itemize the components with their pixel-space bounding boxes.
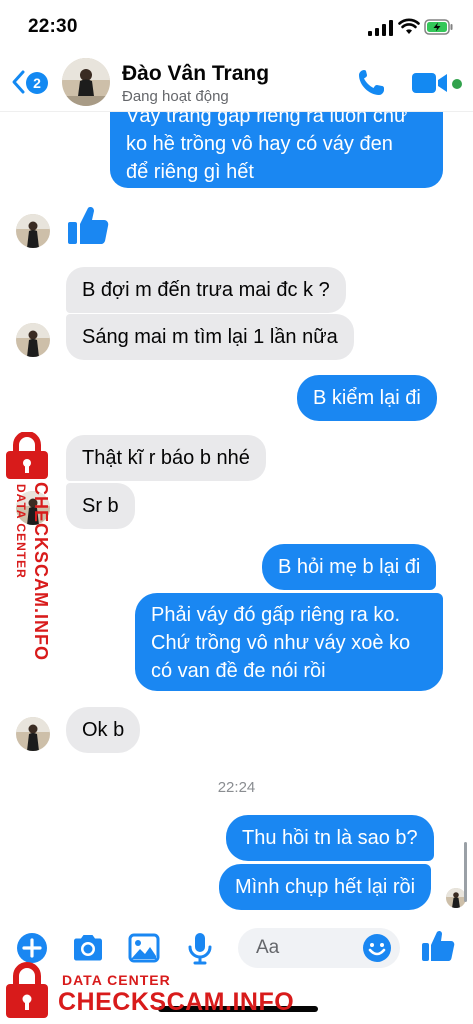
seen-receipt-avatar [446, 888, 466, 908]
status-time: 22:30 [28, 16, 78, 37]
message-outgoing[interactable]: Váy trắng gấp riêng ra luôn chứ ko hề tr… [110, 112, 443, 188]
message-incoming[interactable]: B đợi m đến trưa mai đc k ? [66, 267, 346, 313]
contact-active-status: Đang hoạt động [122, 88, 229, 105]
message-text: Sáng mai m tìm lại 1 lần nữa [82, 326, 338, 348]
contact-avatar-small[interactable] [16, 214, 50, 248]
contact-avatar-small[interactable] [16, 323, 50, 357]
message-list[interactable]: Váy trắng gấp riêng ra luôn chứ ko hề tr… [0, 112, 473, 922]
message-text: Mình chụp hết lại rồi [235, 876, 416, 898]
thumbs-up-icon[interactable] [420, 928, 456, 964]
watermark-label-small: DATA CENTER [62, 972, 171, 988]
message-line: Váy trắng gấp riêng ra luôn chứ [126, 112, 408, 127]
message-incoming[interactable]: Ok b [66, 707, 141, 753]
phone-icon[interactable] [356, 68, 390, 98]
emoji-icon[interactable] [362, 933, 392, 963]
message-timestamp: 22:24 [217, 779, 256, 796]
message-text: B hỏi mẹ b lại đi [278, 556, 421, 578]
lock-icon [6, 432, 48, 479]
message-outgoing[interactable]: Thu hồi tn là sao b? [226, 815, 434, 861]
conversation-header: 2 Đào Vân Trang Đang hoạt động [0, 52, 473, 112]
video-camera-icon[interactable] [410, 70, 450, 96]
message-line: ko hề trồng vô hay có váy đen [126, 133, 393, 155]
message-line: có van đề đe nói rồi [151, 660, 326, 682]
cellular-signal-icon [368, 20, 393, 36]
message-incoming[interactable]: Sáng mai m tìm lại 1 lần nữa [66, 314, 354, 360]
contact-avatar-small[interactable] [16, 717, 50, 751]
message-line: để riêng gì hết [126, 161, 254, 183]
watermark-label-large: CHECKSCAM.INFO [58, 988, 295, 1016]
message-text: Ok b [82, 719, 125, 741]
message-outgoing[interactable]: B hỏi mẹ b lại đi [262, 544, 437, 590]
message-text: B kiểm lại đi [313, 387, 421, 409]
message-line: Phải váy đó gấp riêng ra ko. [151, 604, 401, 626]
lock-icon [6, 962, 48, 1018]
message-text: Thật kĩ r báo b nhé [82, 447, 250, 469]
message-outgoing[interactable]: B kiểm lại đi [297, 375, 437, 421]
message-text: Sr b [82, 495, 119, 517]
thumbs-up-icon[interactable] [66, 204, 110, 248]
message-incoming[interactable]: Thật kĩ r báo b nhé [66, 435, 266, 481]
watermark-label-large: CHECKSCAM.INFO [31, 482, 51, 661]
scrollbar[interactable] [464, 842, 467, 902]
watermark-bottom: DATA CENTER CHECKSCAM.INFO [0, 958, 300, 1024]
message-outgoing[interactable]: Mình chụp hết lại rồi [219, 864, 432, 910]
message-outgoing[interactable]: Phải váy đó gấp riêng ra ko. Chứ trồng v… [135, 593, 443, 691]
contact-avatar[interactable] [62, 58, 110, 106]
unread-count-badge[interactable]: 2 [26, 72, 48, 94]
message-line: Chứ trồng vô như váy xoè ko [151, 632, 411, 654]
message-incoming[interactable]: Sr b [66, 483, 135, 529]
watermark-side: DATA CENTER CHECKSCAM.INFO [0, 432, 56, 672]
watermark-label-small: DATA CENTER [14, 484, 28, 579]
message-text: B đợi m đến trưa mai đc k ? [82, 279, 330, 301]
status-bar: 22:30 [0, 0, 473, 50]
wifi-icon [398, 18, 420, 34]
battery-charging-icon [424, 19, 453, 35]
message-text: Thu hồi tn là sao b? [242, 827, 418, 849]
contact-name[interactable]: Đào Vân Trang [122, 62, 269, 86]
online-indicator [452, 79, 462, 89]
